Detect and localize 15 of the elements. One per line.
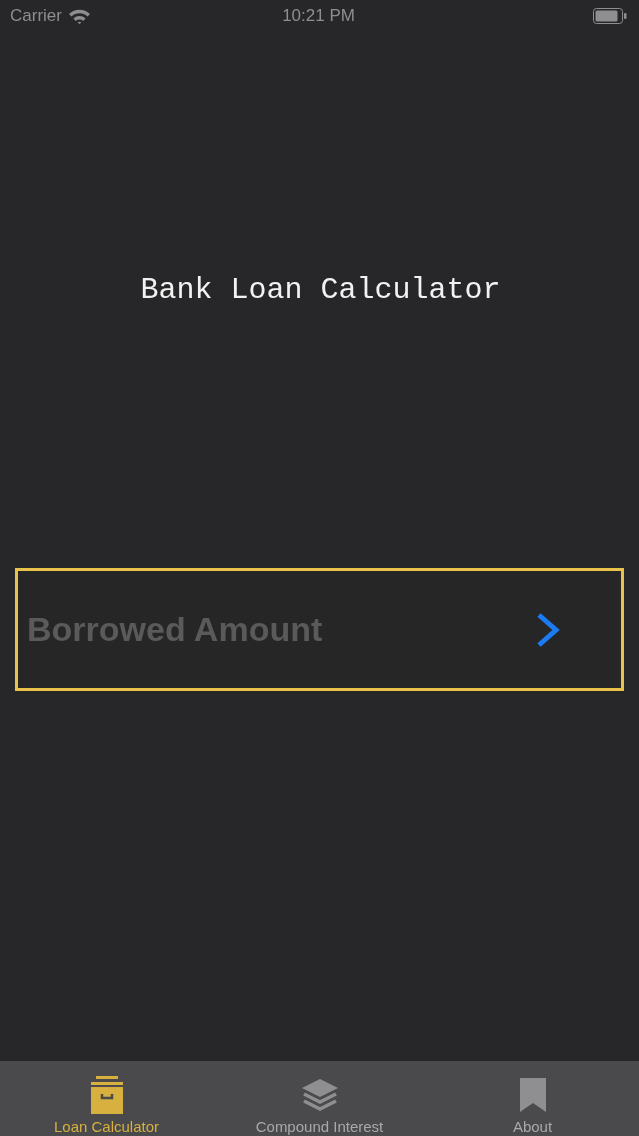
app-title: Bank Loan Calculator [139, 272, 501, 308]
chevron-right-icon [536, 613, 560, 647]
bookmark-icon [519, 1078, 546, 1112]
tray-icon [90, 1076, 123, 1114]
tab-label: Compound Interest [255, 1118, 384, 1135]
status-time: 10:21 PM [282, 6, 355, 26]
battery-icon [593, 8, 627, 24]
layers-icon [301, 1078, 338, 1112]
carrier-label: Carrier [10, 6, 62, 26]
tab-bar-item[interactable]: Compound Interest [213, 1061, 426, 1136]
tab-bar-item[interactable]: About [426, 1061, 639, 1136]
tab-label: Loan Calculator [53, 1118, 160, 1135]
tab-bar-item[interactable]: Loan Calculator [0, 1061, 213, 1136]
wifi-icon [68, 8, 90, 24]
tab-label: About [512, 1118, 553, 1135]
